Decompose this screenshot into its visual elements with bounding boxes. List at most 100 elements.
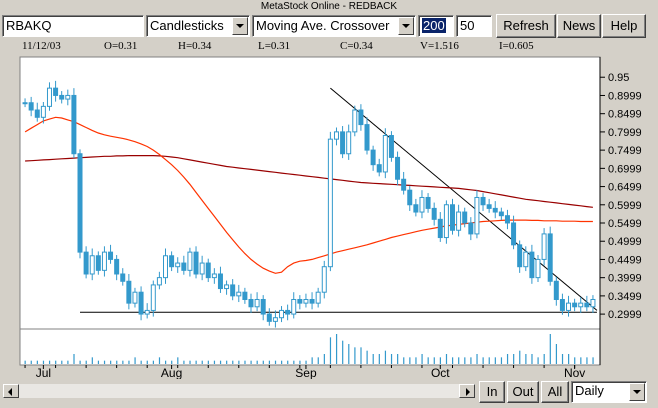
show-all-button[interactable]: All bbox=[541, 381, 569, 403]
candle-body bbox=[40, 105, 46, 118]
volume-bar bbox=[226, 360, 228, 364]
volume-bar bbox=[494, 357, 496, 364]
quote-close: C=0.34 bbox=[340, 40, 373, 52]
candle-body bbox=[217, 273, 223, 290]
volume-bar bbox=[513, 354, 515, 364]
refresh-button[interactable]: Refresh bbox=[496, 14, 556, 38]
volume-bar bbox=[146, 360, 148, 364]
volume-bar bbox=[122, 360, 124, 364]
volume-bar bbox=[452, 357, 454, 364]
volume-bar bbox=[250, 360, 252, 364]
candle-body bbox=[437, 218, 443, 239]
indicator-value: Moving Ave. Crossover bbox=[256, 18, 390, 33]
volume-bar bbox=[165, 360, 167, 364]
candle-body bbox=[303, 298, 309, 304]
volume-bar bbox=[506, 354, 509, 364]
volume-bar bbox=[103, 360, 106, 364]
price-chart[interactable]: 0.95 0.8999 0.8499 0.7999 0.7499 0.6999 0.6499… bbox=[0, 53, 658, 379]
candle-body bbox=[492, 207, 498, 213]
candle-body bbox=[28, 102, 34, 111]
candle-body bbox=[126, 280, 132, 304]
candle bbox=[327, 131, 333, 272]
candle-body bbox=[199, 262, 205, 275]
candle-body bbox=[224, 284, 230, 290]
volume-bar bbox=[213, 360, 216, 364]
chart-style-value: Candlesticks bbox=[150, 18, 224, 33]
volume-bar bbox=[445, 354, 448, 364]
y-tick-label: 0.4999 bbox=[608, 236, 642, 248]
candle-body bbox=[260, 298, 266, 315]
y-tick-label: 0.8499 bbox=[608, 109, 642, 121]
candle-body bbox=[163, 255, 168, 279]
zoom-in-button[interactable]: In bbox=[479, 381, 505, 403]
chevron-down-icon[interactable] bbox=[232, 17, 248, 35]
volume-bar bbox=[470, 357, 472, 364]
volume-bar bbox=[116, 360, 118, 364]
volume-bar bbox=[543, 354, 545, 364]
candle-body bbox=[352, 109, 358, 133]
y-tick-label: 0.4499 bbox=[608, 254, 642, 266]
chevron-down-icon[interactable] bbox=[629, 383, 645, 401]
volume-bar bbox=[48, 360, 51, 364]
chart-style-select[interactable]: Candlesticks bbox=[146, 15, 250, 37]
volume-bar bbox=[268, 360, 271, 364]
volume-bar bbox=[458, 357, 460, 364]
horizontal-scrollbar[interactable] bbox=[2, 383, 476, 399]
volume-bar bbox=[281, 360, 283, 364]
candle-body bbox=[181, 262, 187, 271]
help-button[interactable]: Help bbox=[602, 14, 646, 38]
volume-bar bbox=[171, 360, 173, 364]
symbol-input[interactable]: RBAKQ bbox=[2, 15, 144, 37]
volume-bar bbox=[549, 334, 551, 364]
candle-body bbox=[34, 109, 40, 118]
volume-bar bbox=[97, 360, 100, 364]
scroll-right-icon[interactable] bbox=[459, 384, 475, 398]
volume-bar bbox=[342, 340, 344, 364]
period-short-input[interactable]: 50 bbox=[456, 15, 492, 37]
scroll-left-icon[interactable] bbox=[3, 384, 19, 398]
candle-body bbox=[559, 298, 565, 311]
candle-body bbox=[279, 309, 285, 319]
zoom-out-button[interactable]: Out bbox=[507, 381, 539, 403]
volume-bar bbox=[568, 354, 570, 364]
candle-body bbox=[193, 251, 199, 275]
y-tick-label: 0.95 bbox=[608, 72, 629, 84]
quote-open: O=0.31 bbox=[104, 40, 138, 52]
y-tick-label: 0.6499 bbox=[608, 182, 642, 194]
volume-bar bbox=[189, 360, 191, 364]
candle-body bbox=[572, 302, 578, 308]
volume-bar bbox=[531, 354, 533, 364]
chevron-down-icon[interactable] bbox=[398, 17, 414, 35]
toolbar: RBAKQ Candlesticks Moving Ave. Crossover… bbox=[0, 13, 658, 39]
candle-body bbox=[77, 153, 83, 253]
candle-body bbox=[71, 94, 77, 155]
candle-body bbox=[486, 204, 492, 209]
volume-bar bbox=[555, 344, 558, 364]
volume-bar bbox=[574, 357, 576, 364]
volume-bar bbox=[378, 354, 380, 364]
volume-bar bbox=[36, 360, 38, 364]
y-tick-label: 0.8999 bbox=[608, 90, 642, 102]
y-tick-label: 0.5999 bbox=[608, 200, 642, 212]
window-title: MetaStock Online - REDBACK bbox=[260, 1, 398, 12]
price-panel bbox=[19, 56, 601, 330]
candle-body bbox=[498, 211, 504, 217]
volume-bar bbox=[183, 360, 185, 364]
volume-bar bbox=[354, 347, 356, 364]
quote-readout: 11/12/03 O=0.31 H=0.34 L=0.31 C=0.34 V=1… bbox=[0, 40, 658, 53]
volume-bar bbox=[372, 354, 374, 364]
candle-body bbox=[230, 284, 236, 297]
volume-bar bbox=[403, 357, 405, 364]
candle-body bbox=[242, 291, 248, 300]
indicator-select[interactable]: Moving Ave. Crossover bbox=[252, 15, 416, 37]
candle-body bbox=[388, 135, 394, 158]
candle-body bbox=[120, 273, 126, 282]
volume-bar bbox=[219, 360, 222, 364]
candle bbox=[474, 190, 480, 239]
volume-bar bbox=[482, 357, 484, 364]
period-long-input[interactable]: 200 bbox=[418, 15, 454, 37]
candle-body bbox=[456, 211, 462, 231]
quote-high: H=0.34 bbox=[178, 40, 212, 52]
news-button[interactable]: News bbox=[557, 14, 601, 38]
interval-select[interactable]: Daily bbox=[571, 381, 647, 403]
